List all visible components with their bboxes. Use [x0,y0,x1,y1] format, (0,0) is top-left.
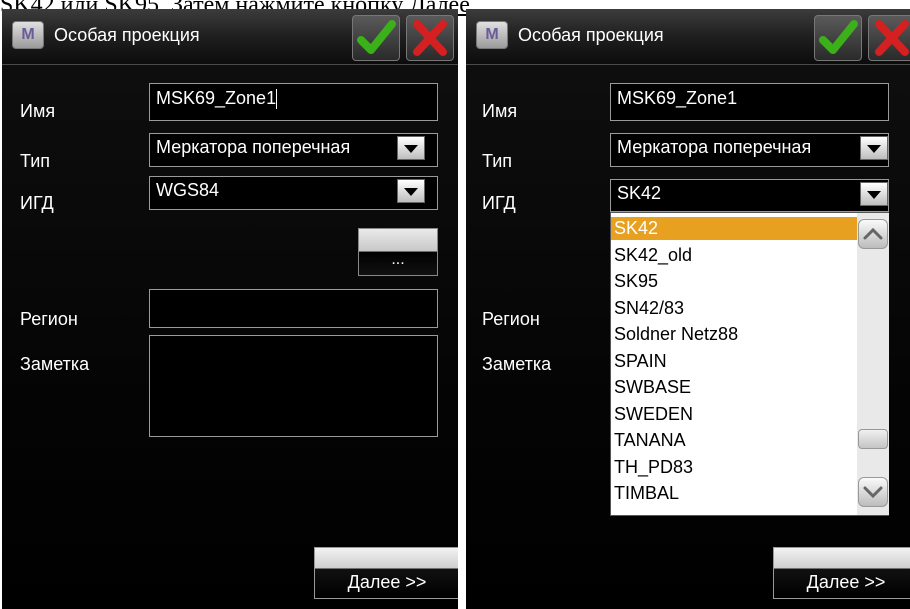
checkmark-icon [819,20,858,54]
type-label: Тип [20,151,51,171]
dropdown-option[interactable]: Soldner Netz88 [611,323,859,346]
datum-select-value: SK42 [617,183,662,203]
type-select[interactable]: Меркатора поперечная [149,133,438,167]
chevron-down-icon[interactable] [397,136,425,160]
next-button[interactable]: Далее >> [314,547,458,599]
ok-button[interactable] [814,15,862,61]
datum-label: ИГД [20,193,54,213]
checkmark-icon [357,20,396,54]
chevron-down-icon [863,486,883,499]
note-textarea[interactable] [149,335,438,437]
name-input-value: MSK69_Zone1 [156,88,277,108]
datum-select-value: WGS84 [156,180,220,200]
datum-label: ИГД [482,193,516,213]
dropdown-option[interactable]: SK95 [611,270,859,293]
ok-button[interactable] [352,15,400,61]
chevron-down-icon[interactable] [860,136,888,160]
region-label: Регион [482,309,540,329]
title-bar: M Особая проекция [466,9,910,65]
name-input[interactable]: MSK69_Zone1 [610,83,889,121]
name-label: Имя [20,101,56,121]
next-button-label: Далее >> [347,572,427,592]
datum-details-button[interactable]: ... [358,228,438,276]
next-button-label: Далее >> [806,572,886,592]
ellipsis-label: ... [391,251,405,268]
datum-select[interactable]: WGS84 [149,176,438,210]
dropdown-option[interactable]: SK42_old [611,244,859,267]
type-select-value: Меркатора поперечная [156,137,351,157]
projection-form-panel-right: M Особая проекция Имя MSK69_Zone1 Тип Ме… [466,9,910,609]
close-icon [875,20,909,56]
scroll-down-button[interactable] [858,477,888,507]
close-icon [413,20,447,56]
dropdown-option[interactable]: SK42 [611,217,859,240]
type-select-value: Меркатора поперечная [617,137,812,157]
dropdown-option[interactable]: SWEDEN [611,403,859,426]
scroll-thumb[interactable] [858,429,888,449]
chevron-down-icon[interactable] [397,179,425,203]
text-caret [276,89,278,110]
dropdown-option[interactable]: SWBASE [611,376,859,399]
dropdown-option[interactable]: TIMBAL [611,482,859,505]
type-select[interactable]: Меркатора поперечная [610,133,889,167]
note-label: Заметка [20,354,90,374]
chevron-up-icon [863,227,883,240]
dropdown-option[interactable]: SPAIN [611,350,859,373]
region-label: Регион [20,309,78,329]
projection-form-panel-left: M Особая проекция Имя MSK69_Zone1 Тип Ме… [2,9,458,609]
next-button[interactable]: Далее >> [773,547,910,599]
title-bar: M Особая проекция [2,9,458,65]
dropdown-option[interactable]: TANANA [611,429,859,452]
chevron-down-icon[interactable] [860,182,888,206]
app-menu-icon[interactable]: M [476,21,508,49]
name-label: Имя [482,101,518,121]
type-label: Тип [482,151,513,171]
region-input[interactable] [149,289,438,328]
note-label: Заметка [482,354,552,374]
window-title: Особая проекция [518,25,664,45]
cancel-button[interactable] [406,15,454,61]
window-title: Особая проекция [54,25,200,45]
dropdown-option[interactable]: TH_PD83 [611,456,859,479]
cancel-button[interactable] [868,15,910,61]
dropdown-option[interactable]: SN42/83 [611,297,859,320]
scroll-up-button[interactable] [858,219,888,249]
name-input[interactable]: MSK69_Zone1 [149,83,438,121]
dropdown-scrollbar[interactable] [857,213,889,515]
datum-select[interactable]: SK42 [610,179,889,212]
datum-dropdown-list[interactable]: SK42 SK42_old SK95 SN42/83 Soldner Netz8… [610,212,889,516]
app-menu-icon[interactable]: M [12,21,44,49]
